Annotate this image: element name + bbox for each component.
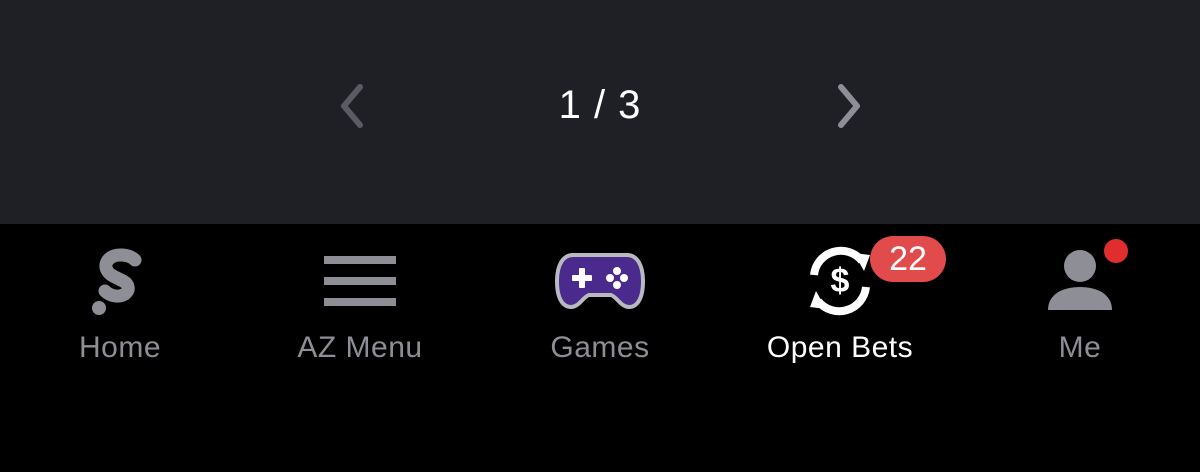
tab-home[interactable]: Home bbox=[0, 224, 240, 384]
page-indicator: 1 / 3 bbox=[558, 83, 642, 127]
tab-home-label: Home bbox=[78, 331, 162, 364]
svg-text:$: $ bbox=[831, 262, 850, 300]
gamepad-icon bbox=[550, 246, 650, 316]
tab-az-menu-label: AZ Menu bbox=[297, 331, 423, 364]
pager: 1 / 3 bbox=[0, 0, 1200, 224]
open-bets-count-badge: 22 bbox=[870, 236, 946, 282]
chevron-right-icon bbox=[838, 84, 860, 128]
brand-s-icon bbox=[70, 246, 170, 316]
previous-page-button[interactable] bbox=[322, 76, 382, 136]
chevron-left-icon bbox=[341, 84, 363, 128]
notification-dot bbox=[1101, 236, 1131, 266]
tab-az-menu[interactable]: AZ Menu bbox=[240, 224, 480, 384]
tab-games[interactable]: Games bbox=[480, 224, 720, 384]
hamburger-menu-icon bbox=[310, 246, 410, 316]
tab-me-label: Me bbox=[1058, 331, 1102, 364]
tab-open-bets-label: Open Bets bbox=[766, 331, 914, 364]
tab-me[interactable]: Me bbox=[960, 224, 1200, 384]
tab-games-label: Games bbox=[550, 331, 650, 364]
next-page-button[interactable] bbox=[819, 76, 879, 136]
bottom-tab-bar: Home AZ Menu Games $ Open Bets Me bbox=[0, 224, 1200, 472]
app-screen: 1 / 3 Home AZ Menu Games $ Open Bets Me … bbox=[0, 0, 1200, 472]
